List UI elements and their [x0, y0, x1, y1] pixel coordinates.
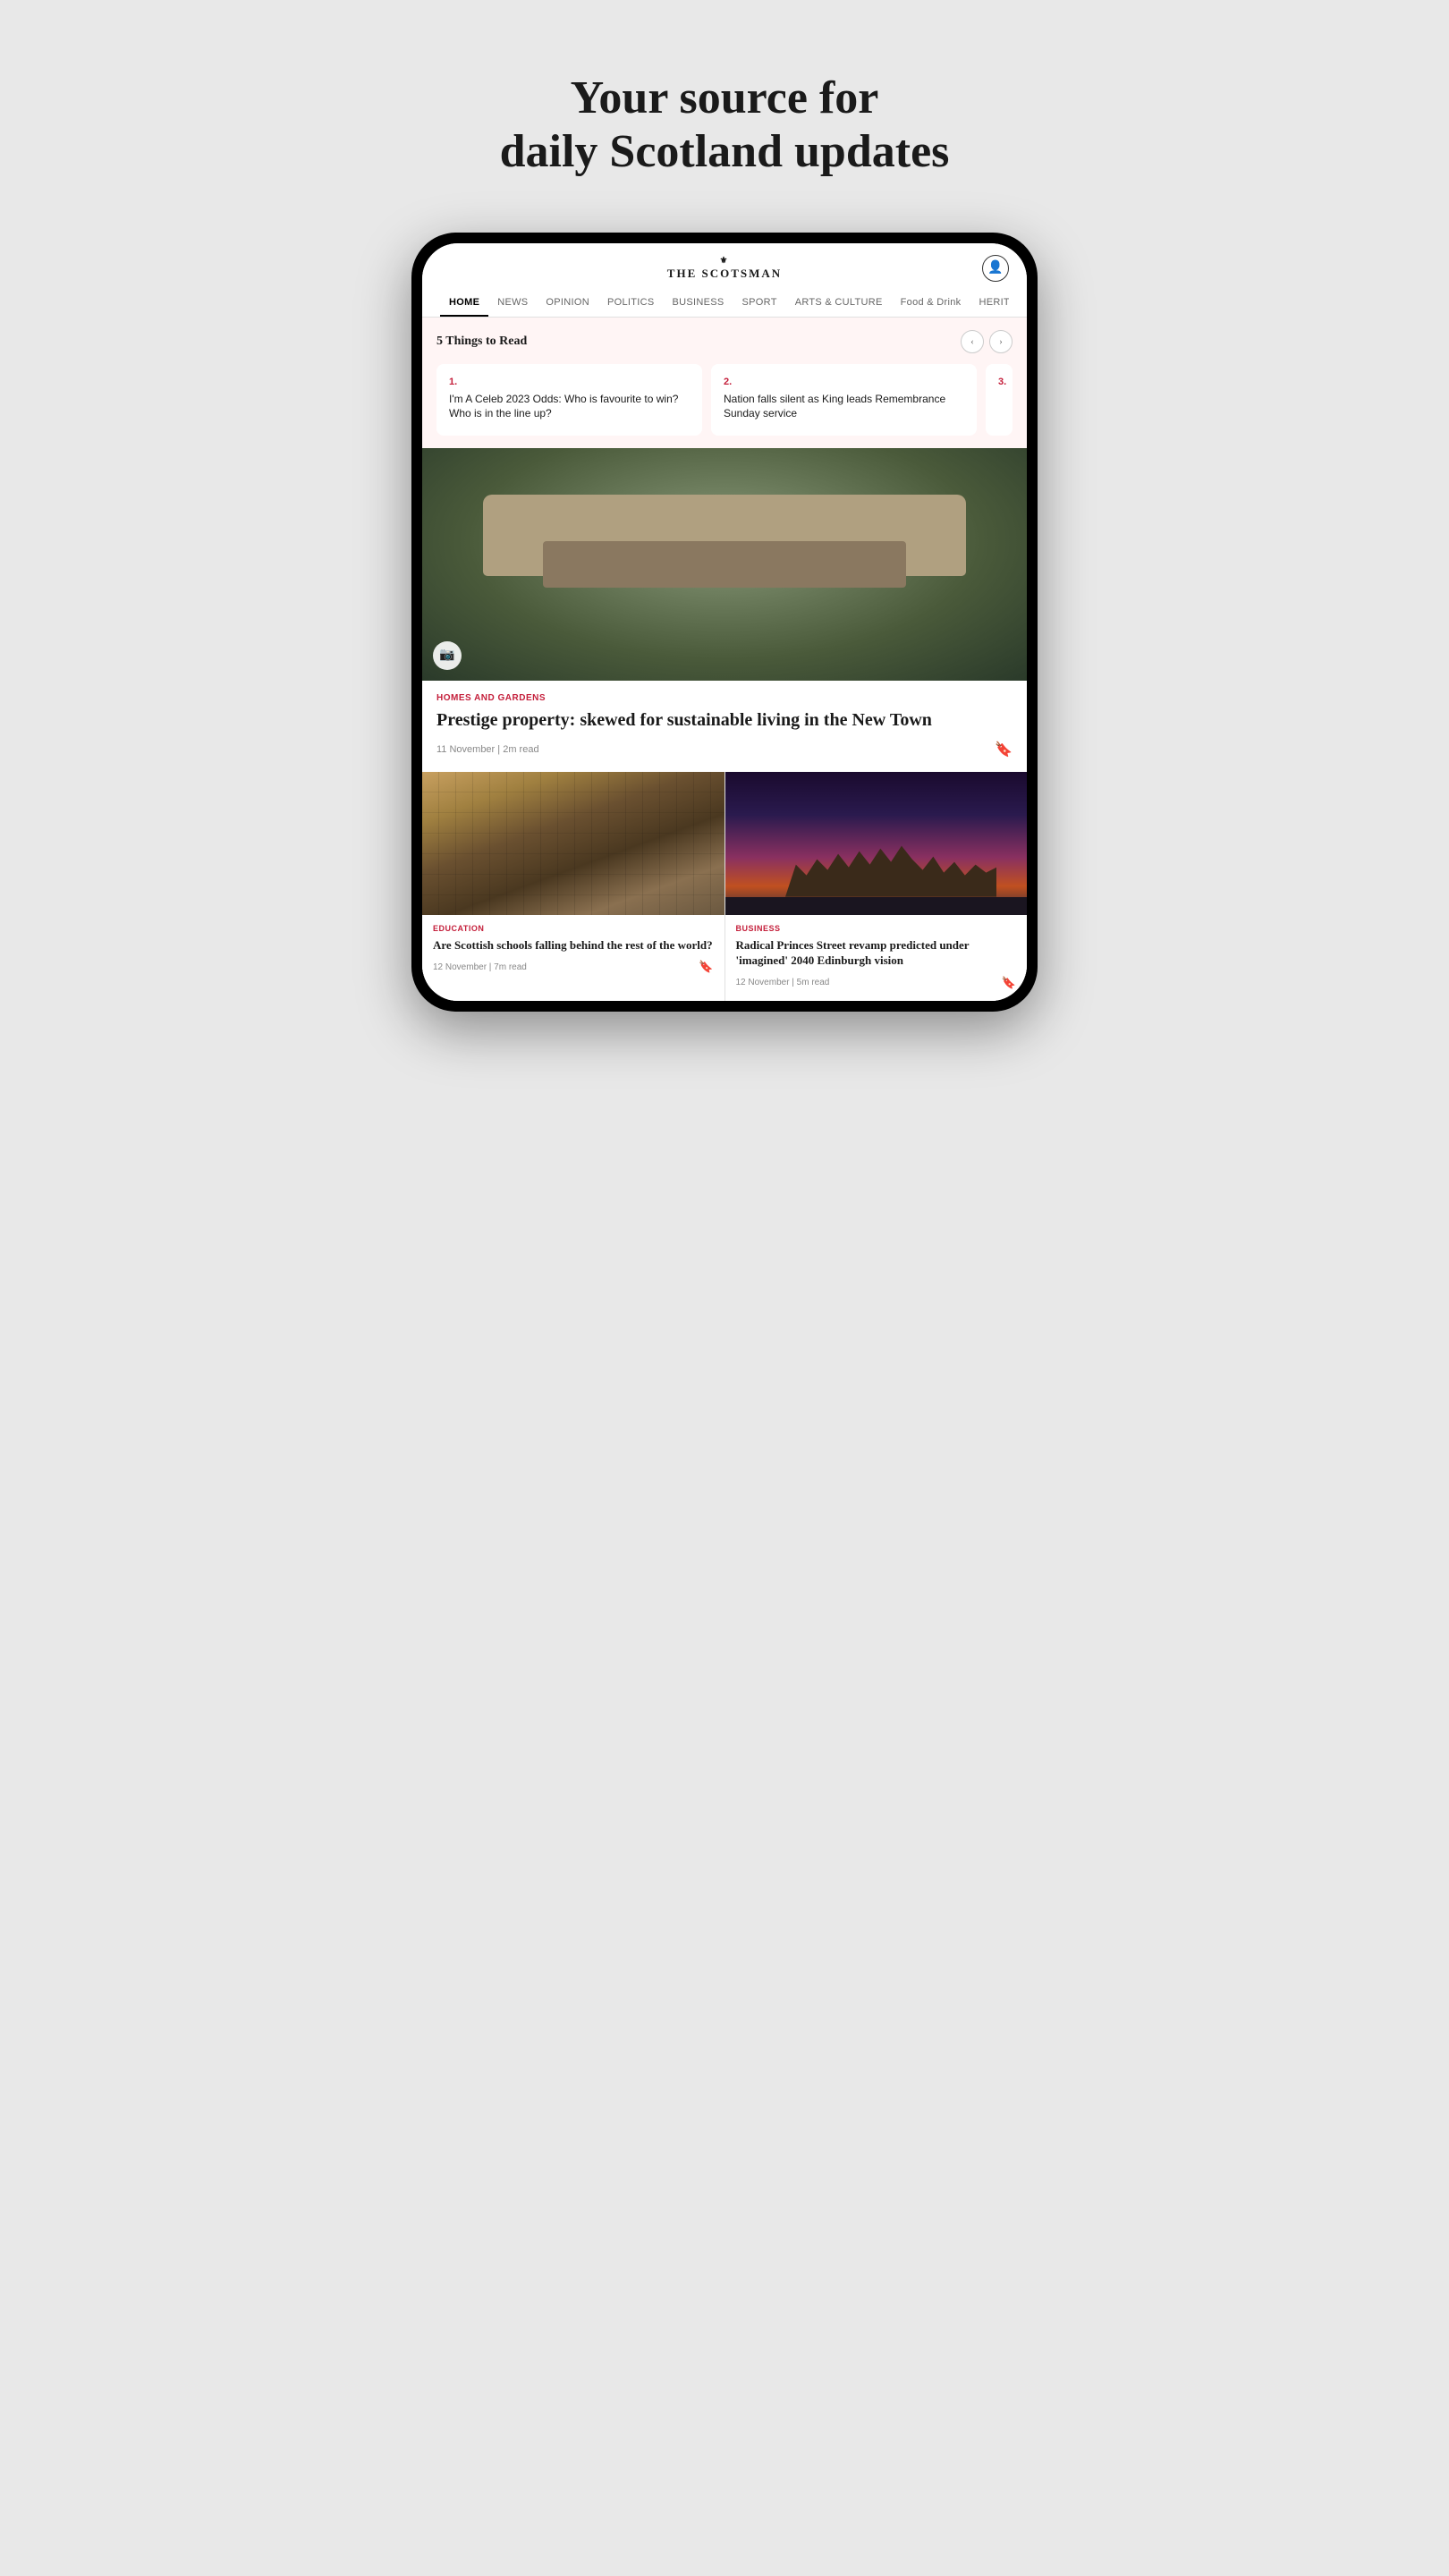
tab-business[interactable]: BUSINESS: [664, 290, 733, 317]
arrow-left[interactable]: ‹: [961, 330, 984, 353]
nav-arrows: ‹ ›: [961, 330, 1013, 353]
hero-section: Your source for daily Scotland updates: [362, 0, 1087, 233]
thing-number-1: 1.: [449, 377, 690, 387]
grid-article-business[interactable]: Business Radical Princes Street revamp p…: [725, 772, 1028, 1001]
education-meta: 12 November | 7m read 🔖: [433, 960, 714, 974]
business-category: Business: [736, 924, 1017, 933]
user-icon[interactable]: 👤: [982, 255, 1009, 282]
thing-number-2: 2.: [724, 377, 964, 387]
logo-icon: ⚜: [667, 256, 782, 266]
phone-screen: ⚜ THE SCOTSMAN 👤 HOME NEWS OPINION POLIT…: [422, 243, 1027, 1001]
exam-image: [422, 772, 724, 915]
education-date: 12 November | 7m read: [433, 962, 527, 972]
thing-number-3-partial: 3.: [998, 377, 1000, 387]
grid-article-education-content: Education Are Scottish schools falling b…: [422, 915, 724, 986]
articles-grid: Education Are Scottish schools falling b…: [422, 772, 1027, 1001]
education-title: Are Scottish schools falling behind the …: [433, 937, 714, 953]
thing-card-1[interactable]: 1. I'm A Celeb 2023 Odds: Who is favouri…: [436, 364, 702, 436]
nav-tabs: HOME NEWS OPINION POLITICS BUSINESS SPOR…: [440, 290, 1009, 317]
five-things-cards: 1. I'm A Celeb 2023 Odds: Who is favouri…: [436, 364, 1013, 436]
app-logo: ⚜ THE SCOTSMAN: [667, 256, 782, 281]
main-article-date: 11 November | 2m read: [436, 744, 539, 755]
app-header-top: ⚜ THE SCOTSMAN 👤: [440, 256, 1009, 281]
education-bookmark[interactable]: 🔖: [699, 960, 713, 974]
thing-card-2[interactable]: 2. Nation falls silent as King leads Rem…: [711, 364, 977, 436]
tab-heritage[interactable]: HERITAGE: [970, 290, 1009, 317]
hero-title: Your source for daily Scotland updates: [398, 72, 1051, 179]
business-bookmark[interactable]: 🔖: [1002, 976, 1016, 990]
business-title: Radical Princes Street revamp predicted …: [736, 937, 1017, 969]
main-article-content: Homes And Gardens Prestige property: ske…: [422, 681, 1027, 771]
tab-opinion[interactable]: OPINION: [537, 290, 598, 317]
five-things-title: 5 Things to Read: [436, 335, 527, 349]
main-article[interactable]: 📷 Homes And Gardens Prestige property: s…: [422, 448, 1027, 771]
grid-article-business-content: Business Radical Princes Street revamp p…: [725, 915, 1028, 1001]
thing-text-2: Nation falls silent as King leads Rememb…: [724, 392, 964, 422]
app-header: ⚜ THE SCOTSMAN 👤 HOME NEWS OPINION POLIT…: [422, 243, 1027, 318]
five-things-section: 5 Things to Read ‹ › 1. I'm A Celeb 2023…: [422, 318, 1027, 448]
tab-sport[interactable]: SPORT: [733, 290, 786, 317]
main-article-title: Prestige property: skewed for sustainabl…: [436, 708, 1013, 732]
tab-politics[interactable]: POLITICS: [598, 290, 664, 317]
thing-card-3-partial: 3.: [986, 364, 1013, 436]
grid-article-education[interactable]: Education Are Scottish schools falling b…: [422, 772, 724, 1001]
tab-news[interactable]: NEWS: [488, 290, 537, 317]
edinburgh-image: [725, 772, 1028, 915]
phone-mockup: ⚜ THE SCOTSMAN 👤 HOME NEWS OPINION POLIT…: [362, 233, 1087, 1065]
tab-home[interactable]: HOME: [440, 290, 488, 317]
tab-arts[interactable]: ARTS & CULTURE: [786, 290, 892, 317]
main-article-meta: 11 November | 2m read 🔖: [436, 741, 1013, 758]
business-date: 12 November | 5m read: [736, 978, 830, 987]
main-article-image: 📷: [422, 448, 1027, 681]
aerial-building-visual: [422, 448, 1027, 681]
arrow-right[interactable]: ›: [989, 330, 1013, 353]
main-article-category: Homes And Gardens: [436, 693, 1013, 703]
camera-badge: 📷: [433, 641, 462, 670]
business-meta: 12 November | 5m read 🔖: [736, 976, 1017, 990]
five-things-header: 5 Things to Read ‹ ›: [436, 330, 1013, 353]
tab-food[interactable]: Food & Drink: [892, 290, 970, 317]
main-article-bookmark[interactable]: 🔖: [995, 741, 1013, 758]
phone-frame: ⚜ THE SCOTSMAN 👤 HOME NEWS OPINION POLIT…: [411, 233, 1038, 1012]
education-category: Education: [433, 924, 714, 933]
thing-text-1: I'm A Celeb 2023 Odds: Who is favourite …: [449, 392, 690, 422]
